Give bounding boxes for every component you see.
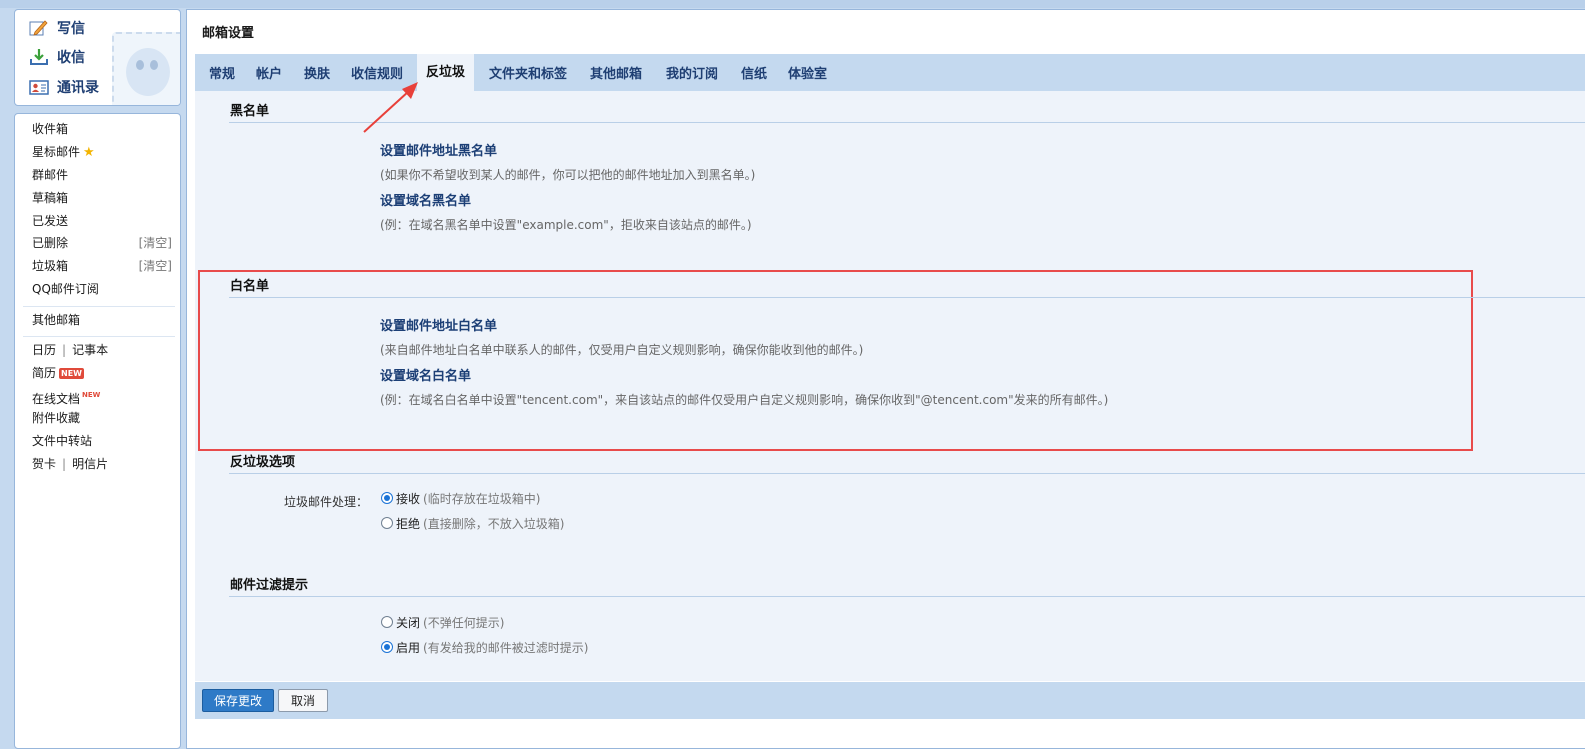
spam-reject-hint: (直接删除，不放入垃圾箱) <box>423 516 565 531</box>
folder-other-mailbox[interactable]: 其他邮箱 <box>32 310 80 330</box>
receive-button[interactable]: 收信 <box>29 45 85 69</box>
blacklist-heading: 黑名单 <box>230 104 270 119</box>
filter-tip-on-label: 启用 <box>396 640 421 655</box>
tab-antispam[interactable]: 反垃圾 <box>417 54 475 91</box>
spam-reject-radio[interactable]: 拒绝 (直接删除，不放入垃圾箱) <box>381 515 564 531</box>
folder-spam[interactable]: 垃圾箱 <box>32 256 68 276</box>
star-icon: ★ <box>83 145 95 160</box>
domain-blacklist-note: (例：在域名黑名单中设置"example.com"，拒收来自该站点的邮件。) <box>380 218 752 232</box>
folder-drafts[interactable]: 草稿箱 <box>32 188 68 208</box>
resume-label: 简历 <box>32 366 57 380</box>
set-address-blacklist-link[interactable]: 设置邮件地址黑名单 <box>380 140 497 159</box>
folder-qq-subscribe[interactable]: QQ邮件订阅 <box>32 279 99 299</box>
divider <box>23 336 175 337</box>
settings-tabs: 常规 帐户 换肤 收信规则 反垃圾 文件夹和标签 其他邮箱 我的订阅 信纸 体验… <box>195 54 1585 91</box>
folder-sent[interactable]: 已发送 <box>32 211 68 231</box>
tab-folders-labels[interactable]: 文件夹和标签 <box>489 63 567 82</box>
filter-tip-heading: 邮件过滤提示 <box>230 578 309 593</box>
resume-link[interactable]: 简历 NEW <box>32 363 84 383</box>
save-changes-button[interactable]: 保存更改 <box>202 689 274 712</box>
section-divider <box>229 473 1585 474</box>
set-address-whitelist-link[interactable]: 设置邮件地址白名单 <box>380 315 497 334</box>
quick-actions-panel: 写信 收信 通讯录 <box>14 9 181 106</box>
compose-label: 写信 <box>57 21 85 37</box>
filter-tip-on-radio[interactable]: 启用 (有发给我的邮件被过滤时提示) <box>381 639 588 655</box>
top-strip <box>0 0 1585 8</box>
folder-sidebar: 收件箱 星标邮件 ★ 群邮件 草稿箱 已发送 已删除 [清空] 垃圾箱 [清空] … <box>14 113 181 749</box>
separator: | <box>62 457 67 471</box>
tab-skin[interactable]: 换肤 <box>304 63 330 82</box>
radio-checked-icon <box>381 641 393 653</box>
folder-group[interactable]: 群邮件 <box>32 165 68 185</box>
file-transfer-link[interactable]: 文件中转站 <box>32 431 92 451</box>
cancel-button[interactable]: 取消 <box>278 689 328 712</box>
tab-rules[interactable]: 收信规则 <box>351 63 403 82</box>
clear-deleted-link[interactable]: [清空] <box>139 233 172 253</box>
compose-icon <box>29 19 49 37</box>
page-title: 邮箱设置 <box>202 26 255 41</box>
clear-spam-link[interactable]: [清空] <box>139 256 172 276</box>
section-divider <box>229 297 1585 298</box>
online-docs-link[interactable]: 在线文档 NEW <box>32 385 101 406</box>
antispam-content: 黑名单 设置邮件地址黑名单 (如果你不希望收到某人的邮件，你可以把他的邮件地址加… <box>195 91 1585 681</box>
filter-tip-off-label: 关闭 <box>396 615 421 630</box>
folder-inbox[interactable]: 收件箱 <box>32 119 68 139</box>
compose-button[interactable]: 写信 <box>29 16 85 40</box>
contacts-button[interactable]: 通讯录 <box>29 75 99 99</box>
cards-link[interactable]: 贺卡 <box>32 457 56 471</box>
notes-link[interactable]: 记事本 <box>72 343 108 357</box>
tab-general[interactable]: 常规 <box>209 63 235 82</box>
inbox-download-icon <box>29 48 49 66</box>
tab-subscriptions[interactable]: 我的订阅 <box>666 63 718 82</box>
section-divider <box>229 122 1585 123</box>
section-divider <box>229 596 1585 597</box>
antispam-options-heading: 反垃圾选项 <box>230 455 296 470</box>
qq-penguin-stamp-icon <box>112 32 180 105</box>
set-domain-blacklist-link[interactable]: 设置域名黑名单 <box>380 190 471 209</box>
tab-lab[interactable]: 体验室 <box>788 63 827 82</box>
whitelist-heading: 白名单 <box>230 279 270 294</box>
spam-handling-label: 垃圾邮件处理： <box>284 495 369 509</box>
radio-checked-icon <box>381 492 393 504</box>
address-whitelist-note: (来自邮件地址白名单中联系人的邮件，仅受用户自定义规则影响，确保你能收到他的邮件… <box>380 343 864 357</box>
filter-tip-on-hint: (有发给我的邮件被过滤时提示) <box>423 640 589 655</box>
folder-starred[interactable]: 星标邮件 ★ <box>32 142 95 162</box>
contacts-label: 通讯录 <box>57 80 99 96</box>
cards-postcards-row: 贺卡 | 明信片 <box>32 454 108 474</box>
filter-tip-off-hint: (不弹任何提示) <box>423 615 505 630</box>
contacts-card-icon <box>29 78 49 96</box>
separator: | <box>62 343 67 357</box>
set-domain-whitelist-link[interactable]: 设置域名白名单 <box>380 365 471 384</box>
new-badge: NEW <box>59 368 84 379</box>
calendar-link[interactable]: 日历 <box>32 343 56 357</box>
calendar-notes-row: 日历 | 记事本 <box>32 340 108 360</box>
spam-accept-label: 接收 <box>396 491 421 506</box>
address-blacklist-note: (如果你不希望收到某人的邮件，你可以把他的邮件地址加入到黑名单。) <box>380 168 756 182</box>
tab-stationery[interactable]: 信纸 <box>741 63 767 82</box>
radio-unchecked-icon <box>381 616 393 628</box>
footer-bar: 保存更改 取消 <box>195 682 1585 719</box>
domain-whitelist-note: (例：在域名白名单中设置"tencent.com"，来自该站点的邮件仅受用户自定… <box>380 393 1109 407</box>
divider <box>23 306 175 307</box>
receive-label: 收信 <box>57 50 85 66</box>
folder-starred-label: 星标邮件 <box>32 145 81 159</box>
spam-accept-radio[interactable]: 接收 (临时存放在垃圾箱中) <box>381 490 540 506</box>
online-docs-label: 在线文档 <box>32 392 81 406</box>
filter-tip-off-radio[interactable]: 关闭 (不弹任何提示) <box>381 614 504 630</box>
spam-reject-label: 拒绝 <box>396 516 421 531</box>
attachments-link[interactable]: 附件收藏 <box>32 408 80 428</box>
radio-unchecked-icon <box>381 517 393 529</box>
spam-accept-hint: (临时存放在垃圾箱中) <box>423 491 541 506</box>
tab-account[interactable]: 帐户 <box>256 63 282 82</box>
settings-panel: 邮箱设置 常规 帐户 换肤 收信规则 反垃圾 文件夹和标签 其他邮箱 我的订阅 … <box>186 9 1585 749</box>
postcards-link[interactable]: 明信片 <box>72 457 108 471</box>
new-badge: NEW <box>82 391 101 399</box>
folder-deleted[interactable]: 已删除 <box>32 233 68 253</box>
tab-other-mailbox[interactable]: 其他邮箱 <box>590 63 642 82</box>
